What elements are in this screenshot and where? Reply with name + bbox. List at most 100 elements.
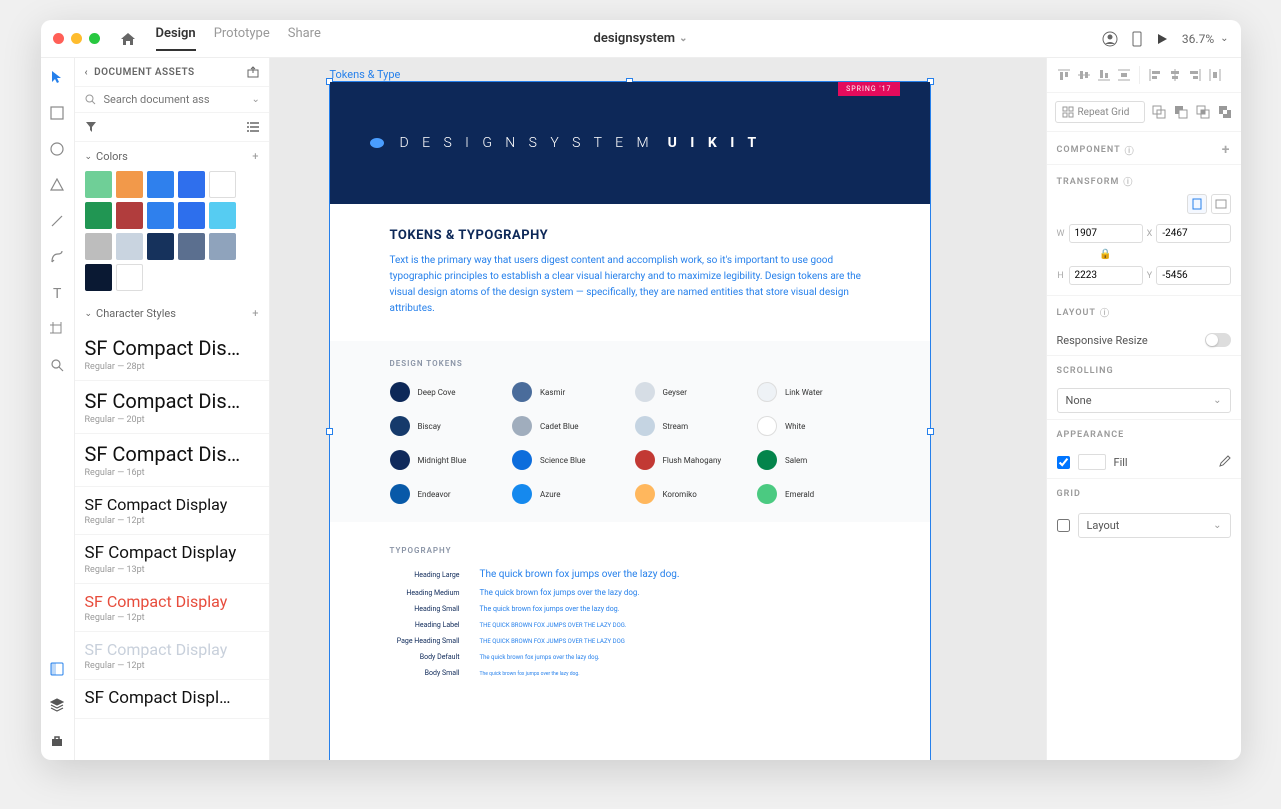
color-swatch[interactable] bbox=[85, 171, 112, 198]
rotate-portrait-button[interactable] bbox=[1187, 194, 1207, 214]
component-label: COMPONENT bbox=[1057, 145, 1121, 155]
resize-handle[interactable] bbox=[927, 428, 934, 435]
zoom-tool[interactable] bbox=[47, 356, 67, 374]
eyedropper-icon[interactable] bbox=[1217, 455, 1231, 469]
close-button[interactable] bbox=[53, 33, 64, 44]
back-icon[interactable]: ‹ bbox=[85, 67, 89, 78]
distribute-v-icon[interactable] bbox=[1115, 66, 1133, 84]
align-right-icon[interactable] bbox=[1186, 66, 1204, 84]
char-style-item[interactable]: SF Compact Dis…Regular — 16pt bbox=[75, 434, 269, 487]
bool-intersect-icon[interactable] bbox=[1195, 104, 1211, 120]
chevron-down-icon[interactable]: ⌄ bbox=[85, 309, 93, 319]
color-swatch[interactable] bbox=[116, 264, 143, 291]
design-token: Link Water bbox=[757, 382, 870, 402]
text-tool[interactable]: T bbox=[47, 284, 67, 302]
search-chevron-icon[interactable]: ⌄ bbox=[252, 94, 260, 105]
info-icon[interactable]: ⓘ bbox=[1125, 144, 1135, 157]
align-center-icon[interactable] bbox=[1166, 66, 1184, 84]
select-tool[interactable] bbox=[47, 68, 67, 86]
color-swatch[interactable] bbox=[209, 233, 236, 260]
lock-icon[interactable]: 🔒 bbox=[1069, 249, 1143, 260]
design-token: Midnight Blue bbox=[390, 450, 503, 470]
tab-prototype[interactable]: Prototype bbox=[214, 26, 270, 51]
add-style-button[interactable]: + bbox=[252, 307, 258, 320]
rectangle-tool[interactable] bbox=[47, 104, 67, 122]
width-input[interactable] bbox=[1069, 224, 1143, 243]
char-style-item[interactable]: SF Compact DisplayRegular — 12pt bbox=[75, 632, 269, 680]
info-icon[interactable]: ⓘ bbox=[1100, 306, 1110, 319]
responsive-resize-toggle[interactable] bbox=[1205, 333, 1231, 347]
assets-panel-icon[interactable] bbox=[47, 660, 67, 678]
add-color-button[interactable]: + bbox=[252, 150, 258, 163]
share-icon[interactable] bbox=[247, 66, 259, 78]
add-component-button[interactable]: + bbox=[1222, 142, 1231, 158]
artboard-label[interactable]: Tokens & Type bbox=[330, 68, 401, 81]
color-swatch[interactable] bbox=[116, 171, 143, 198]
fill-swatch[interactable] bbox=[1078, 454, 1106, 470]
color-swatch[interactable] bbox=[85, 264, 112, 291]
grid-select[interactable]: Layout ⌄ bbox=[1078, 513, 1231, 538]
filter-icon[interactable] bbox=[85, 121, 97, 133]
rotate-landscape-button[interactable] bbox=[1211, 194, 1231, 214]
play-icon[interactable] bbox=[1156, 33, 1168, 45]
color-swatch[interactable] bbox=[147, 202, 174, 229]
tab-design[interactable]: Design bbox=[156, 26, 196, 51]
char-style-item[interactable]: SF Compact DisplayRegular — 12pt bbox=[75, 487, 269, 535]
token-swatch bbox=[635, 382, 655, 402]
minimize-button[interactable] bbox=[71, 33, 82, 44]
scrolling-select[interactable]: None ⌄ bbox=[1057, 388, 1231, 413]
fill-checkbox[interactable] bbox=[1057, 456, 1070, 469]
align-bottom-icon[interactable] bbox=[1095, 66, 1113, 84]
color-swatch[interactable] bbox=[178, 202, 205, 229]
color-swatch[interactable] bbox=[116, 233, 143, 260]
plugins-panel-icon[interactable] bbox=[47, 732, 67, 750]
char-style-item[interactable]: SF Compact Dis…Regular — 20pt bbox=[75, 381, 269, 434]
list-view-icon[interactable] bbox=[247, 121, 259, 133]
char-style-item[interactable]: SF Compact DisplayRegular — 12pt bbox=[75, 584, 269, 632]
align-left-icon[interactable] bbox=[1146, 66, 1164, 84]
layers-panel-icon[interactable] bbox=[47, 696, 67, 714]
canvas[interactable]: Tokens & Type SPRING '17 D E S I G N S Y… bbox=[270, 58, 1046, 760]
distribute-h-icon[interactable] bbox=[1206, 66, 1224, 84]
color-swatch[interactable] bbox=[209, 171, 236, 198]
home-icon[interactable] bbox=[120, 32, 136, 46]
color-swatch[interactable] bbox=[116, 202, 143, 229]
polygon-tool[interactable] bbox=[47, 176, 67, 194]
design-token: Azure bbox=[512, 484, 625, 504]
chevron-down-icon[interactable]: ⌄ bbox=[85, 152, 93, 162]
height-input[interactable] bbox=[1069, 266, 1143, 285]
resize-handle[interactable] bbox=[326, 428, 333, 435]
color-swatch[interactable] bbox=[178, 233, 205, 260]
pen-tool[interactable] bbox=[47, 248, 67, 266]
x-input[interactable] bbox=[1156, 224, 1230, 243]
maximize-button[interactable] bbox=[89, 33, 100, 44]
device-icon[interactable] bbox=[1132, 31, 1142, 47]
search-input[interactable] bbox=[104, 93, 244, 106]
y-input[interactable] bbox=[1156, 266, 1230, 285]
repeat-grid-button[interactable]: Repeat Grid bbox=[1055, 101, 1145, 123]
color-swatch[interactable] bbox=[178, 171, 205, 198]
ellipse-tool[interactable] bbox=[47, 140, 67, 158]
color-swatch[interactable] bbox=[147, 171, 174, 198]
avatar-icon[interactable] bbox=[1102, 31, 1118, 47]
artboard[interactable]: SPRING '17 D E S I G N S Y S T E M U I K… bbox=[330, 82, 930, 760]
line-tool[interactable] bbox=[47, 212, 67, 230]
document-title[interactable]: designsystem ⌄ bbox=[594, 31, 688, 46]
char-style-item[interactable]: SF Compact Dis…Regular — 28pt bbox=[75, 328, 269, 381]
info-icon[interactable]: ⓘ bbox=[1123, 175, 1133, 188]
char-style-item[interactable]: SF Compact Displ… bbox=[75, 680, 269, 719]
color-swatch[interactable] bbox=[85, 202, 112, 229]
tab-share[interactable]: Share bbox=[288, 26, 321, 51]
bool-add-icon[interactable] bbox=[1151, 104, 1167, 120]
bool-subtract-icon[interactable] bbox=[1173, 104, 1189, 120]
artboard-tool[interactable] bbox=[47, 320, 67, 338]
zoom-control[interactable]: 36.7% ⌄ bbox=[1182, 32, 1229, 46]
align-middle-icon[interactable] bbox=[1075, 66, 1093, 84]
char-style-item[interactable]: SF Compact DisplayRegular — 13pt bbox=[75, 535, 269, 584]
align-top-icon[interactable] bbox=[1055, 66, 1073, 84]
color-swatch[interactable] bbox=[147, 233, 174, 260]
bool-exclude-icon[interactable] bbox=[1217, 104, 1233, 120]
color-swatch[interactable] bbox=[85, 233, 112, 260]
color-swatch[interactable] bbox=[209, 202, 236, 229]
grid-checkbox[interactable] bbox=[1057, 519, 1070, 532]
